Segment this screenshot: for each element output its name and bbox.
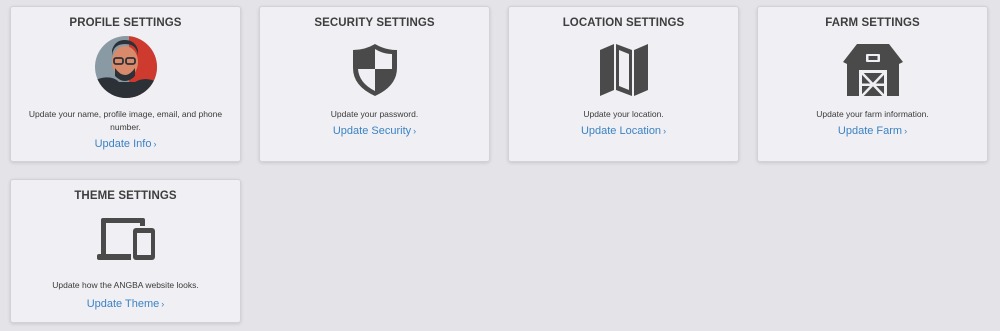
- chevron-right-icon: ›: [904, 126, 908, 136]
- update-farm-link[interactable]: Update Farm ›: [758, 125, 987, 137]
- link-label: Update Farm: [837, 125, 903, 137]
- barn-icon: [842, 44, 903, 97]
- settings-grid: PROFILE SETTINGS Update your name, profi…: [0, 0, 1000, 331]
- barn-icon-wrap: [758, 40, 987, 100]
- link-label: Update Theme: [86, 298, 160, 310]
- card-description: Update your farm information.: [816, 109, 929, 119]
- chevron-right-icon: ›: [663, 126, 667, 136]
- devices-icon-wrap: [11, 212, 240, 266]
- map-icon: [599, 44, 648, 96]
- card-title: THEME SETTINGS: [74, 190, 177, 202]
- update-info-link[interactable]: Update Info ›: [11, 138, 240, 150]
- card-description: Update your location.: [583, 109, 664, 119]
- card-description: Update your name, profile image, email, …: [28, 109, 223, 132]
- card-title: SECURITY SETTINGS: [314, 17, 435, 29]
- card-title: LOCATION SETTINGS: [562, 17, 685, 29]
- update-theme-link[interactable]: Update Theme ›: [11, 298, 240, 310]
- profile-settings-card: PROFILE SETTINGS Update your name, profi…: [10, 6, 241, 162]
- chevron-right-icon: ›: [161, 299, 165, 309]
- theme-settings-card: THEME SETTINGS Update how the ANGBA webs…: [10, 179, 241, 323]
- map-icon-wrap: [509, 40, 738, 100]
- security-settings-card: SECURITY SETTINGS Update your password. …: [259, 6, 490, 162]
- profile-avatar-wrap: [11, 36, 240, 98]
- farm-settings-card: FARM SETTINGS Update your farm informati…: [757, 6, 988, 162]
- location-settings-card: LOCATION SETTINGS Update your location. …: [508, 6, 739, 162]
- devices-icon: [96, 218, 155, 260]
- card-title: FARM SETTINGS: [825, 17, 920, 29]
- chevron-right-icon: ›: [153, 139, 157, 149]
- chevron-right-icon: ›: [413, 126, 417, 136]
- update-security-link[interactable]: Update Security ›: [260, 125, 489, 137]
- card-description: Update how the ANGBA website looks.: [52, 280, 199, 290]
- shield-icon-wrap: [260, 40, 489, 100]
- shield-icon: [352, 44, 397, 96]
- link-label: Update Info: [94, 138, 152, 150]
- link-label: Update Location: [580, 125, 662, 137]
- profile-avatar: [94, 36, 157, 98]
- card-description: Update your password.: [330, 109, 419, 119]
- card-title: PROFILE SETTINGS: [69, 17, 182, 29]
- update-location-link[interactable]: Update Location ›: [509, 125, 738, 137]
- link-label: Update Security: [332, 125, 412, 137]
